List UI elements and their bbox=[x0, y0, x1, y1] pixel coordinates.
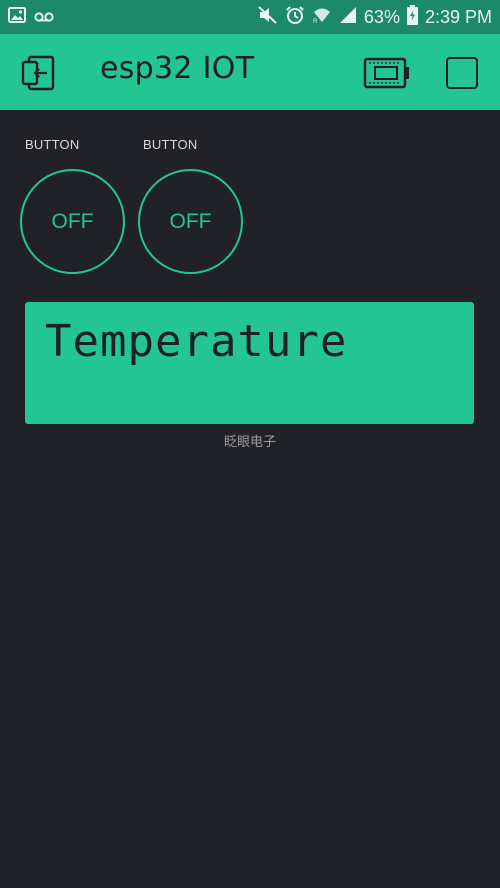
alarm-icon bbox=[285, 5, 305, 29]
project-title: esp32 IOT bbox=[100, 51, 255, 86]
lcd-text: Temperature bbox=[45, 316, 348, 367]
image-notification-icon bbox=[8, 7, 26, 27]
lcd-label: 眨眼电子 bbox=[223, 435, 276, 450]
battery-percent: 63% bbox=[363, 6, 400, 27]
lcd-display[interactable]: Temperature bbox=[25, 302, 474, 424]
app-bar: esp32 IOT bbox=[0, 34, 500, 110]
button-widget-2[interactable]: OFF bbox=[138, 169, 243, 274]
battery-charging-icon bbox=[406, 5, 418, 29]
button-widget-2-label: BUTTON bbox=[143, 137, 198, 152]
button-widget-1[interactable]: OFF bbox=[20, 169, 125, 274]
button-widget-1-label: BUTTON bbox=[25, 137, 80, 152]
svg-text:R: R bbox=[313, 19, 318, 24]
voicemail-icon bbox=[34, 8, 54, 27]
status-system: R 63% 2:39 PM bbox=[258, 5, 492, 29]
exit-project-button[interactable] bbox=[20, 54, 58, 92]
status-notifications bbox=[8, 7, 54, 27]
device-status-button[interactable] bbox=[363, 56, 411, 90]
stop-button[interactable] bbox=[446, 57, 478, 89]
status-bar: R 63% 2:39 PM bbox=[0, 0, 500, 34]
wifi-icon: R bbox=[312, 6, 332, 28]
signal-icon bbox=[339, 6, 357, 28]
device-board-icon bbox=[363, 57, 409, 89]
exit-icon bbox=[21, 55, 55, 91]
mute-icon bbox=[258, 6, 278, 28]
clock: 2:39 PM bbox=[424, 6, 492, 27]
